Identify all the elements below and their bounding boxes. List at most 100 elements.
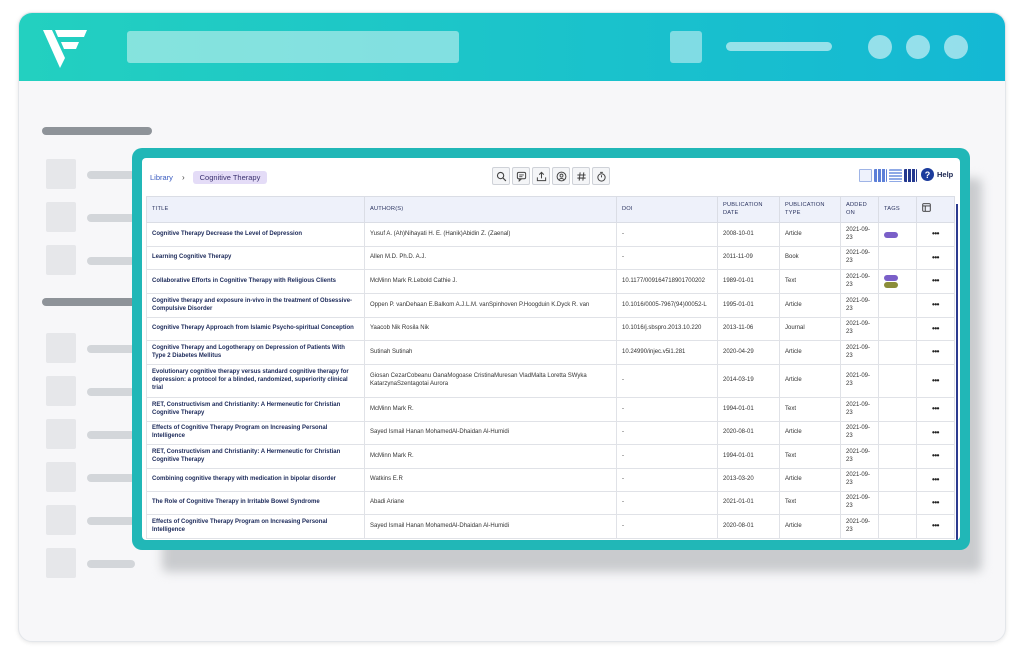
cell-publication-type: Text [779,444,841,469]
help-icon: ? [921,168,934,181]
table-row[interactable]: The Role of Cognitive Therapy in Irritab… [146,491,955,515]
table-row[interactable]: Effects of Cognitive Therapy Program on … [146,514,955,539]
vertical-scrollbar[interactable] [956,204,958,540]
column-header-tags[interactable]: TAGS [878,196,917,223]
cell-publication-date: 1989-01-01 [717,269,780,294]
table-row[interactable]: RET, Constructivism and Christianity: A … [146,444,955,469]
sidebar-icon-placeholder[interactable] [46,548,76,578]
cell-added-on: 2021-09-23 [840,269,879,294]
row-more-button[interactable]: ••• [916,340,955,365]
grid-view-icon[interactable] [874,169,887,182]
table-row[interactable]: RET, Constructivism and Christianity: A … [146,397,955,422]
cell-doi: 10.1016/j.sbspro.2013.10.220 [616,317,718,341]
sidebar-label-placeholder [87,171,135,179]
cell-publication-type: Article [779,514,841,539]
cell-title[interactable]: Cognitive therapy and exposure in-vivo i… [146,293,365,318]
column-header-publication-date[interactable]: PUBLICATION DATE [717,196,780,223]
row-more-button[interactable]: ••• [916,491,955,515]
sidebar-label-placeholder [87,388,135,396]
help-button[interactable]: ? Help [921,168,953,181]
row-more-button[interactable]: ••• [916,514,955,539]
window-control-dot[interactable] [944,35,968,59]
table-row[interactable]: Effects of Cognitive Therapy Program on … [146,421,955,445]
table-row[interactable]: Cognitive therapy and exposure in-vivo i… [146,293,955,318]
user-button[interactable] [552,167,570,185]
toolbar-button[interactable] [670,31,702,63]
cell-title[interactable]: Effects of Cognitive Therapy Program on … [146,514,365,539]
sidebar-icon-placeholder[interactable] [46,202,76,232]
breadcrumb-current[interactable]: Cognitive Therapy [192,170,268,184]
column-header-authors[interactable]: AUTHOR(S) [364,196,617,223]
cell-authors: Watkins E.R [364,468,617,492]
library-panel: Library › Cognitive Therapy ? Help TITLE… [132,148,970,550]
cell-title[interactable]: RET, Constructivism and Christianity: A … [146,397,365,422]
list-view-icon[interactable] [889,169,902,182]
cell-publication-date: 2020-04-29 [717,340,780,365]
cell-title[interactable]: Cognitive Therapy and Logotherapy on Dep… [146,340,365,365]
cell-publication-date: 2020-08-01 [717,421,780,445]
table-row[interactable]: Cognitive Therapy and Logotherapy on Dep… [146,340,955,365]
cell-title[interactable]: RET, Constructivism and Christianity: A … [146,444,365,469]
row-more-button[interactable]: ••• [916,444,955,469]
search-button[interactable] [492,167,510,185]
column-header-doi[interactable]: DOI [616,196,718,223]
row-more-button[interactable]: ••• [916,364,955,398]
column-header-title[interactable]: TITLE [146,196,365,223]
cell-title[interactable]: Collaborative Efforts in Cognitive Thera… [146,269,365,294]
breadcrumb-library-link[interactable]: Library [150,173,173,182]
row-more-button[interactable]: ••• [916,246,955,270]
url-bar[interactable] [127,31,459,63]
sidebar-icon-placeholder[interactable] [46,333,76,363]
table-row[interactable]: Cognitive Therapy Approach from Islamic … [146,317,955,341]
user-icon [556,171,566,181]
row-more-button[interactable]: ••• [916,293,955,318]
chat-button[interactable] [512,167,530,185]
table-row[interactable]: Collaborative Efforts in Cognitive Thera… [146,269,955,294]
cell-title[interactable]: Effects of Cognitive Therapy Program on … [146,421,365,445]
cell-title[interactable]: Cognitive Therapy Decrease the Level of … [146,222,365,247]
window-control-dot[interactable] [868,35,892,59]
row-more-button[interactable]: ••• [916,397,955,422]
tag-badge[interactable] [884,282,898,288]
cell-title[interactable]: Combining cognitive therapy with medicat… [146,468,365,492]
sidebar-label-placeholder [87,517,135,525]
cell-title[interactable]: The Role of Cognitive Therapy in Irritab… [146,491,365,515]
sidebar-label-placeholder [87,431,135,439]
cell-title[interactable]: Cognitive Therapy Approach from Islamic … [146,317,365,341]
timer-button[interactable] [592,167,610,185]
column-header-publication-type[interactable]: PUBLICATION TYPE [779,196,841,223]
hash-button[interactable] [572,167,590,185]
row-more-button[interactable]: ••• [916,222,955,247]
row-more-button[interactable]: ••• [916,468,955,492]
sidebar-icon-placeholder[interactable] [46,376,76,406]
cell-publication-type: Text [779,397,841,422]
export-button[interactable] [532,167,550,185]
sidebar-icon-placeholder[interactable] [46,462,76,492]
cell-title[interactable]: Evolutionary cognitive therapy versus st… [146,364,365,398]
table-view-icon[interactable] [904,169,917,182]
table-row[interactable]: Cognitive Therapy Decrease the Level of … [146,222,955,247]
sidebar-icon-placeholder[interactable] [46,159,76,189]
row-more-button[interactable]: ••• [916,421,955,445]
breadcrumb-separator: › [181,172,185,182]
sidebar-icon-placeholder[interactable] [46,245,76,275]
table-row[interactable]: Learning Cognitive Therapy Allen M.D. Ph.… [146,246,955,270]
cell-title[interactable]: Learning Cognitive Therapy [146,246,365,270]
sidebar-icon-placeholder[interactable] [46,505,76,535]
table-row[interactable]: Evolutionary cognitive therapy versus st… [146,364,955,398]
column-settings-button[interactable] [916,196,955,223]
table-header-row: TITLE AUTHOR(S) DOI PUBLICATION DATE PUB… [146,196,955,223]
tag-badge[interactable] [884,231,898,238]
cell-authors: Oppen P. vanDehaan E.Balkom A.J.L.M. van… [364,293,617,318]
row-more-button[interactable]: ••• [916,269,955,294]
row-more-button[interactable]: ••• [916,317,955,341]
cell-publication-type: Article [779,364,841,398]
table-row[interactable]: Combining cognitive therapy with medicat… [146,468,955,492]
cell-doi: - [616,246,718,270]
tag-badge[interactable] [884,275,898,281]
image-view-icon[interactable] [859,169,872,182]
sidebar-icon-placeholder[interactable] [46,419,76,449]
cell-publication-type: Article [779,340,841,365]
column-header-added-on[interactable]: ADDED ON [840,196,879,223]
window-control-dot[interactable] [906,35,930,59]
